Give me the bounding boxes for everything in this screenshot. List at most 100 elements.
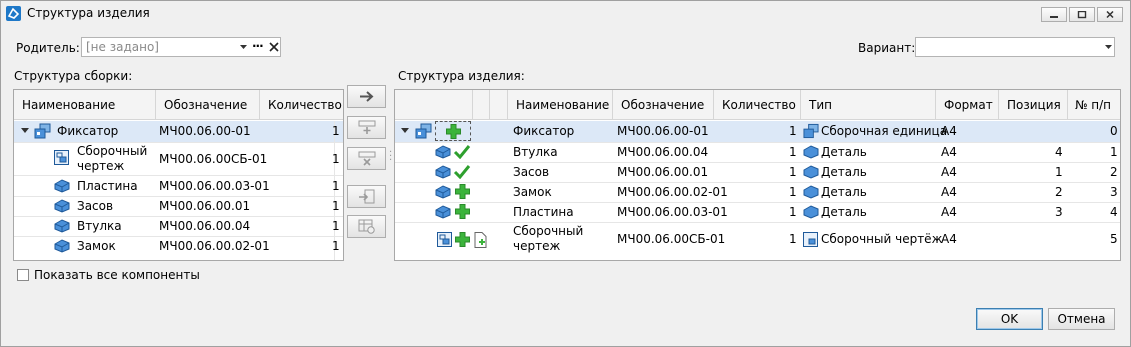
cancel-button[interactable]: Отмена [1048,308,1115,330]
column-header-name[interactable]: Наименование [508,90,613,120]
row-number: 3 [1110,185,1118,199]
row-format: А4 [941,232,957,246]
row-designation: МЧ00.06.00.03-01 [617,205,728,219]
row-position: 4 [1055,145,1063,159]
column-header-format[interactable]: Формат [936,90,999,120]
row-number: 1 [1110,145,1118,159]
maximize-icon [1077,11,1087,19]
checkmark-icon [453,165,471,179]
row-number: 0 [1110,124,1118,138]
row-position: 1 [1055,165,1063,179]
row-quantity: 1 [789,145,797,159]
column-header-status[interactable] [473,90,490,120]
row-quantity: 1 [332,124,340,138]
column-header-tree[interactable] [395,90,473,120]
row-format: А4 [941,205,957,219]
column-header-designation[interactable]: Обозначение [156,90,260,120]
close-icon [1106,11,1114,19]
product-structure-table[interactable]: Наименование Обозначение Количество Тип … [394,89,1121,261]
ellipsis-button[interactable]: ··· [252,39,264,53]
selected-row-highlight [395,121,1120,142]
row-name: Фиксатор [513,124,575,138]
expand-arrow-icon[interactable] [401,128,409,134]
row-type: Деталь [821,165,867,179]
row-designation: МЧ00.06.00СБ-01 [617,232,726,246]
row-designation: МЧ00.06.00.01 [617,165,709,179]
column-header-quantity[interactable]: Количество [714,90,801,120]
chevron-down-icon[interactable] [240,45,247,49]
column-header-doc[interactable] [490,90,508,120]
row-name: Засов [77,199,114,213]
add-green-icon [446,124,461,139]
row-name: Втулка [77,219,122,233]
part-type-icon [803,205,819,219]
delete-row-icon [358,151,376,166]
part-icon [54,219,70,233]
parent-combo[interactable]: [не задано] ··· [81,37,281,57]
row-name-line2: чертеж [513,239,561,253]
row-name-line1: Сборочный [513,224,584,238]
assembly-icon [34,123,51,139]
chevron-down-icon[interactable] [1105,45,1112,49]
delete-row-button[interactable] [347,147,386,170]
import-icon [359,189,375,204]
row-quantity: 1 [789,205,797,219]
part-icon [54,239,70,253]
row-designation: МЧ00.06.00.04 [617,145,709,159]
expand-arrow-icon[interactable] [21,128,29,134]
row-position: 2 [1055,185,1063,199]
row-designation: МЧ00.06.00СБ-01 [159,152,268,166]
column-header-name[interactable]: Наименование [14,90,156,120]
product-structure-title: Структура изделия: [398,69,525,83]
show-all-checkbox[interactable] [17,269,29,281]
part-icon [435,205,451,219]
part-icon [54,199,70,213]
row-position: 3 [1055,205,1063,219]
part-type-icon [803,165,819,179]
app-icon [6,6,21,21]
ok-button[interactable]: OK [976,308,1043,330]
row-quantity: 1 [789,185,797,199]
close-button[interactable] [1097,7,1123,22]
row-type: Сборочная единица [821,124,948,138]
row-format: А4 [941,165,957,179]
minimize-icon [1050,16,1058,18]
drawing-type-icon [803,232,818,247]
insert-row-button[interactable] [347,116,386,139]
column-header-quantity[interactable]: Количество [260,90,343,120]
variant-combo[interactable] [915,37,1115,57]
column-header-number[interactable]: № п/п [1068,90,1120,120]
column-header-position[interactable]: Позиция [999,90,1068,120]
row-name-line2: чертеж [77,159,125,173]
table-settings-button[interactable] [347,215,386,238]
row-number: 2 [1110,165,1118,179]
row-format: А4 [941,145,957,159]
assembly-structure-title: Структура сборки: [14,69,133,83]
show-all-label[interactable]: Показать все компоненты [34,268,200,282]
minimize-button[interactable] [1041,7,1067,22]
document-add-icon [474,232,487,248]
insert-row-icon [358,120,376,134]
row-quantity: 1 [789,232,797,246]
column-header-type[interactable]: Тип [801,90,936,120]
maximize-button[interactable] [1069,7,1095,22]
drawing-icon [437,232,452,247]
row-type: Деталь [821,205,867,219]
assembly-tree[interactable]: Наименование Обозначение Количество Фикс… [13,89,344,261]
row-designation: МЧ00.06.00-01 [159,124,251,138]
part-type-icon [803,145,819,159]
add-to-structure-button[interactable] [347,85,386,108]
window-title: Структура изделия [27,6,150,20]
splitter-grip[interactable]: · · · [389,148,392,166]
assembly-icon [415,123,432,139]
column-header-designation[interactable]: Обозначение [613,90,714,120]
table-settings-icon [358,219,375,234]
row-type: Сборочный чертёж [821,232,943,246]
row-quantity: 1 [789,124,797,138]
parent-value: [не задано] [86,40,159,54]
clear-icon[interactable] [269,42,279,52]
checkmark-icon [453,145,471,159]
row-name: Пластина [513,205,574,219]
import-button[interactable] [347,185,386,208]
row-type: Деталь [821,145,867,159]
